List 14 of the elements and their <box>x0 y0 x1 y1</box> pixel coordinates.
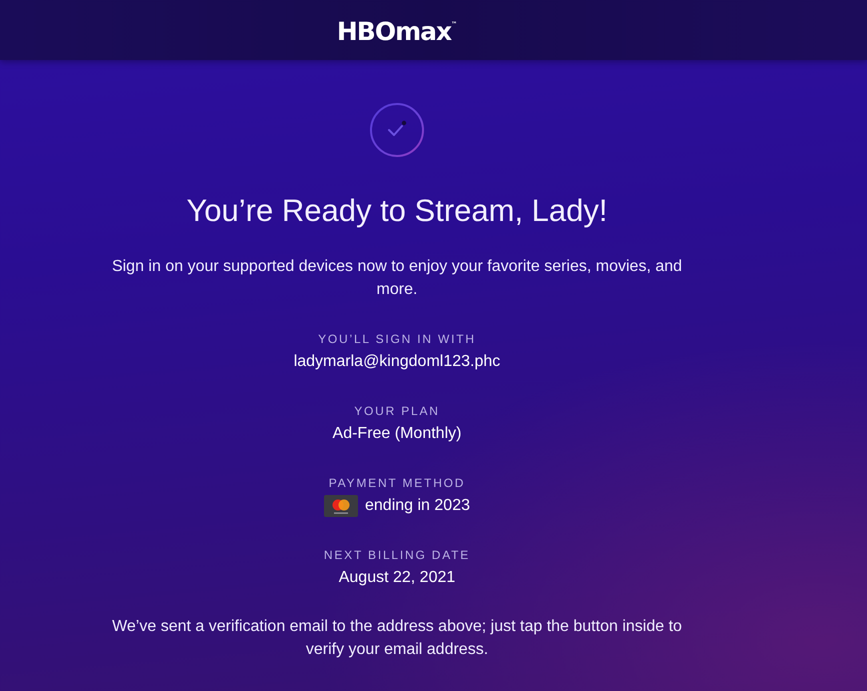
detail-label: NEXT BILLING DATE <box>324 547 470 563</box>
detail-value: Ad-Free (Monthly) <box>332 424 462 444</box>
check-circle-icon <box>369 102 425 158</box>
detail-value: August 22, 2021 <box>338 568 456 588</box>
logo[interactable]: HBOmax$^{™}$ <box>336 16 458 44</box>
verification-note: We’ve sent a verification email to the address above; just tap the button inside to verify your email address. <box>111 617 683 660</box>
detail-value: ladymarla@kingdoml123.phc <box>294 352 500 372</box>
page-heading: You’re Ready to Stream, Lady! <box>186 192 608 230</box>
card-icon <box>324 495 358 517</box>
intro-text: Sign in on your supported devices now to enjoy your favorite series, movies, and more. <box>110 257 684 300</box>
detail-value: ending in 2023 <box>365 496 470 516</box>
detail-label: YOUR PLAN <box>354 403 440 419</box>
detail-label: YOU’LL SIGN IN WITH <box>318 331 476 347</box>
detail-label: PAYMENT METHOD <box>328 475 466 491</box>
